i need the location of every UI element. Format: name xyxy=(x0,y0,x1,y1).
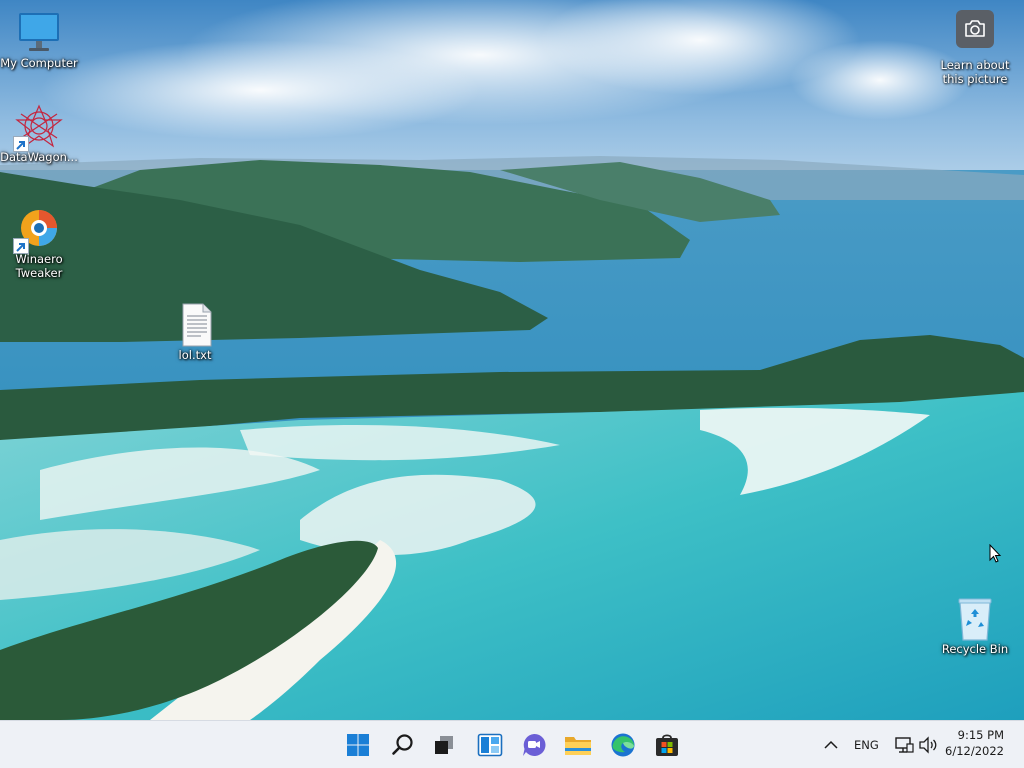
volume-button[interactable] xyxy=(918,735,938,755)
desktop-icon-my-computer[interactable]: My Computer xyxy=(0,10,78,70)
store-icon xyxy=(656,734,678,756)
task-view-icon xyxy=(435,736,453,754)
network-button[interactable] xyxy=(894,735,914,755)
desktop-icon-winaero-tweaker[interactable]: Winaero Tweaker xyxy=(0,206,78,280)
learn-about-line2: this picture xyxy=(942,72,1008,86)
winaero-tweaker-icon xyxy=(13,206,63,254)
windows-logo-icon xyxy=(347,734,369,756)
widgets-button[interactable] xyxy=(474,729,506,761)
folder-icon xyxy=(565,737,591,755)
network-icon xyxy=(895,737,914,753)
show-hidden-icons-button[interactable] xyxy=(822,737,840,753)
chat-icon xyxy=(523,733,546,756)
start-button[interactable] xyxy=(342,729,374,761)
text-file-icon xyxy=(171,302,219,348)
desktop-icon-label: My Computer xyxy=(0,56,78,70)
shortcut-arrow-icon xyxy=(13,136,29,152)
desktop-icon-label: Recycle Bin xyxy=(941,642,1009,656)
edge-button[interactable] xyxy=(607,729,639,761)
speaker-icon xyxy=(919,736,937,754)
taskbar: ENG 9:15 PM 6/12/2022 xyxy=(0,720,1024,768)
learn-about-line1: Learn about xyxy=(940,58,1010,72)
chevron-up-icon xyxy=(824,740,838,749)
monitor-icon xyxy=(15,10,63,56)
language-indicator[interactable]: ENG xyxy=(854,738,879,752)
desktop-wallpaper xyxy=(0,0,1024,720)
learn-about-this-picture[interactable]: Learn about this picture xyxy=(934,10,1016,86)
datawagon-icon xyxy=(13,104,63,152)
search-icon xyxy=(392,734,413,755)
desktop-icon-datawagon[interactable]: DataWagon... xyxy=(0,104,78,164)
edge-icon xyxy=(611,733,635,757)
mouse-cursor xyxy=(989,544,1002,563)
clock-time: 9:15 PM xyxy=(957,728,1004,742)
task-view-button[interactable] xyxy=(428,729,460,761)
clock-date: 6/12/2022 xyxy=(945,744,1004,758)
desktop-icon-lol-txt[interactable]: lol.txt xyxy=(156,302,234,362)
desktop-icon-label: DataWagon... xyxy=(0,150,78,164)
desktop-icon-label: lol.txt xyxy=(178,348,212,362)
shortcut-arrow-icon xyxy=(13,238,29,254)
widgets-icon xyxy=(477,733,503,757)
desktop[interactable]: My Computer DataWagon... Winaero Tweaker… xyxy=(0,0,1024,720)
desktop-icon-label-line1: Winaero xyxy=(15,252,63,266)
camera-icon xyxy=(956,10,994,48)
chat-button[interactable] xyxy=(518,729,550,761)
clock[interactable]: 9:15 PM 6/12/2022 xyxy=(945,727,1004,759)
search-button[interactable] xyxy=(387,729,419,761)
desktop-icon-recycle-bin[interactable]: Recycle Bin xyxy=(936,596,1014,656)
file-explorer-button[interactable] xyxy=(562,729,594,761)
desktop-icon-label-line2: Tweaker xyxy=(15,266,63,280)
recycle-bin-icon xyxy=(951,596,999,642)
store-button[interactable] xyxy=(651,729,683,761)
